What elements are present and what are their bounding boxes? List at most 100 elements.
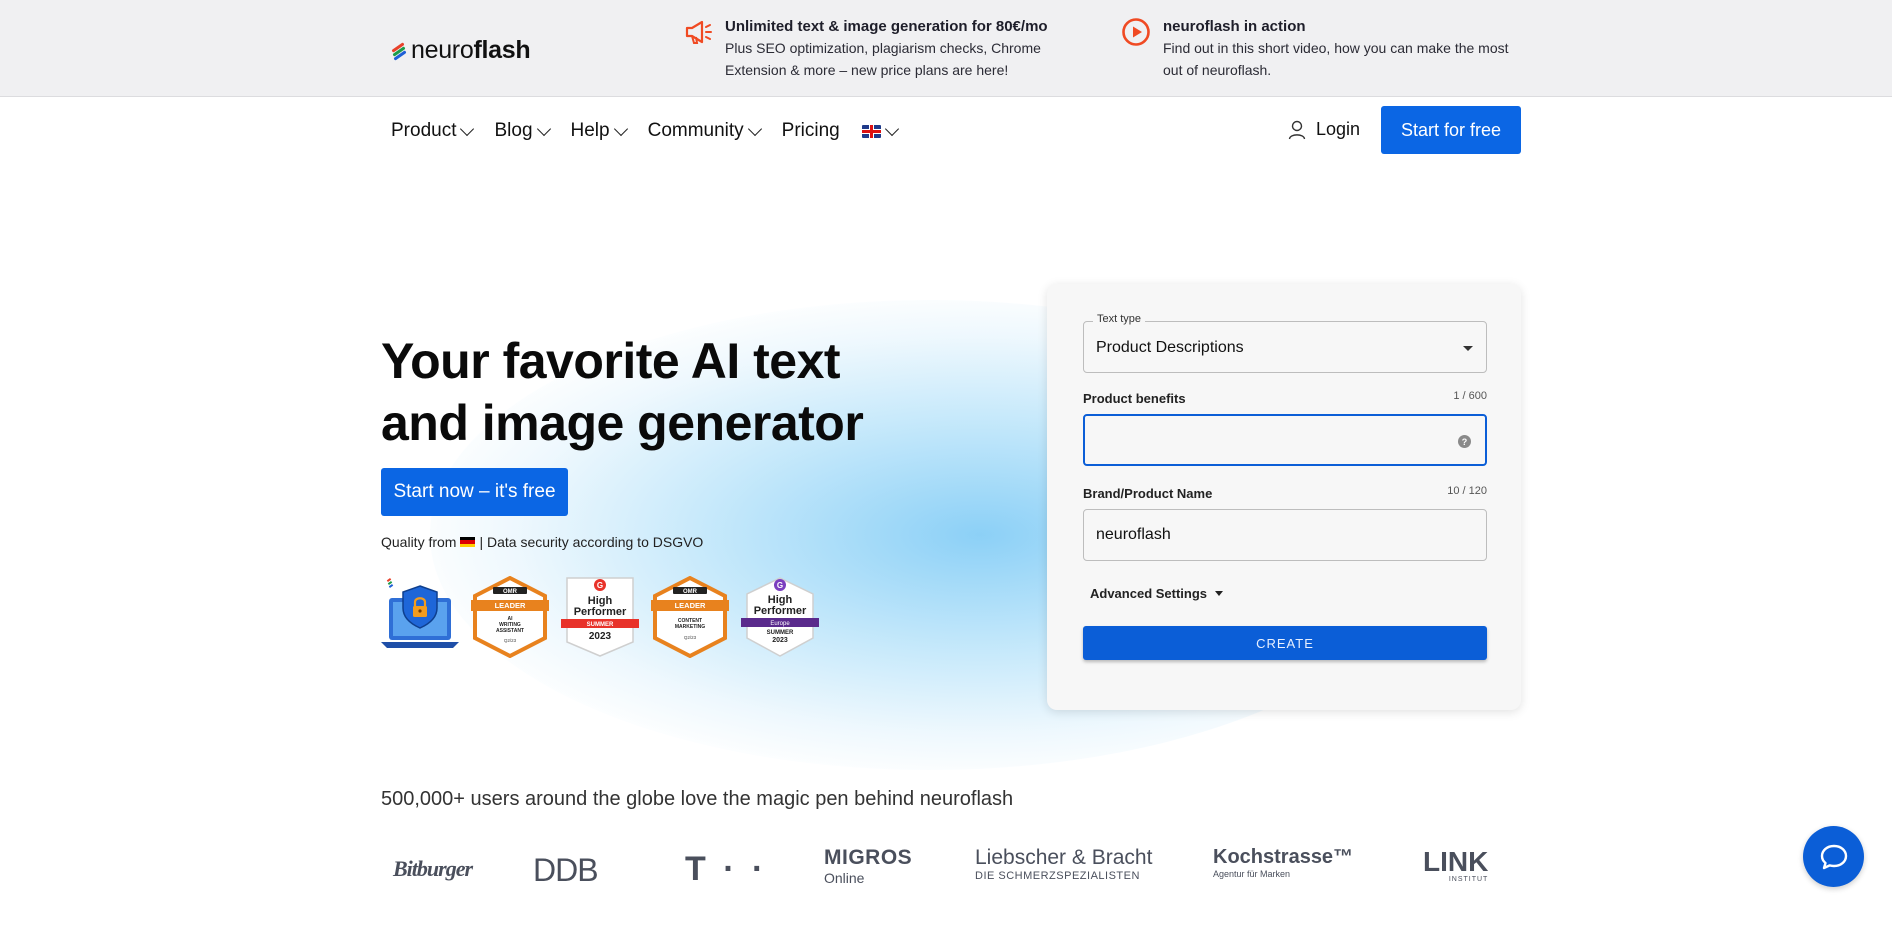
kochstrasse-logo: Kochstrasse™ Agentur für Marken	[1213, 846, 1353, 879]
text-type-label: Text type	[1093, 313, 1146, 325]
migros-name: MIGROS	[824, 846, 913, 869]
svg-text:G: G	[597, 581, 603, 590]
advanced-settings-toggle[interactable]: Advanced Settings	[1090, 586, 1224, 601]
nav-pricing-label: Pricing	[781, 120, 840, 141]
ddb-name: DDB	[533, 852, 599, 888]
language-selector[interactable]	[861, 121, 899, 138]
dropdown-caret-icon	[1463, 346, 1473, 351]
generator-card: Text type Product Descriptions Product b…	[1047, 284, 1521, 710]
create-button[interactable]: CREATE	[1083, 626, 1487, 660]
announcement-bar: neuroflash Unlimited text & image genera…	[0, 0, 1892, 97]
login-link[interactable]: Login	[1288, 119, 1360, 140]
main-nav: Product Blog Help Community Pricing	[391, 117, 919, 145]
chevron-down-icon	[536, 121, 551, 136]
nav-product[interactable]: Product	[391, 120, 475, 142]
product-benefits-counter: 1 / 600	[1453, 390, 1487, 402]
hero-title-line1: Your favorite AI text	[381, 333, 841, 389]
migros-logo: MIGROS Online	[824, 846, 912, 886]
chat-bubble-icon	[1820, 844, 1847, 869]
kochstrasse-sub: Agentur für Marken	[1213, 869, 1291, 879]
link-institut-name: LINK	[1423, 846, 1489, 877]
promo-video-description: Find out in this short video, how you ca…	[1163, 40, 1509, 78]
brand-name-counter: 10 / 120	[1447, 485, 1487, 497]
start-for-free-button[interactable]: Start for free	[1381, 106, 1521, 154]
badge-summer: SUMMER	[767, 630, 794, 636]
link-institut-sub: INSTITUT	[1448, 876, 1489, 883]
telekom-logo: T · ·	[685, 850, 767, 889]
help-icon[interactable]: ?	[1458, 435, 1471, 448]
chat-launcher-button[interactable]	[1803, 826, 1864, 887]
badge-date: Q2/23	[684, 635, 697, 640]
badge-europe: Europe	[770, 621, 790, 627]
ddb-logo: DDB	[533, 852, 599, 889]
telekom-name: T · ·	[685, 850, 768, 888]
advanced-settings-label: Advanced Settings	[1090, 586, 1208, 601]
product-benefits-input[interactable]: ?	[1083, 414, 1487, 466]
client-logos: Bitburger DDB T · · MIGROS Online Liebsc…	[381, 846, 1521, 900]
svg-text:G: G	[777, 581, 783, 590]
play-circle-icon	[1122, 18, 1150, 46]
g2-high-performer-europe-badge: G High Performer Europe SUMMER 2023	[741, 577, 819, 657]
promo-pricing[interactable]: Unlimited text & image generation for 80…	[683, 17, 1075, 81]
liebscher-bracht-logo: Liebscher & Bracht DIE SCHMERZSPEZIALIST…	[975, 846, 1152, 882]
badge-year: 2023	[589, 631, 612, 642]
badge-performer: Performer	[754, 605, 807, 617]
text-type-select[interactable]: Text type Product Descriptions	[1083, 313, 1487, 373]
chevron-down-icon	[613, 121, 628, 136]
promo-pricing-title: Unlimited text & image generation for 80…	[725, 18, 1048, 35]
nav-help-label: Help	[570, 120, 610, 141]
badge-leader-text: LEADER	[495, 601, 526, 610]
omr-leader-badge: OMR LEADER CONTENT MARKETING Q2/23	[651, 576, 729, 658]
chevron-down-icon	[884, 121, 899, 136]
badge-line2: MARKETING	[675, 624, 705, 630]
award-badges: OMR LEADER AI WRITING ASSISTANT Q2/23 G …	[381, 576, 819, 658]
nav-product-label: Product	[391, 120, 457, 141]
badge-leader-text: LEADER	[675, 601, 706, 610]
nav-blog-label: Blog	[494, 120, 533, 141]
nav-pricing[interactable]: Pricing	[782, 120, 840, 142]
login-label: Login	[1316, 119, 1361, 139]
kochstrasse-name: Kochstrasse™	[1213, 846, 1354, 868]
badge-line3: ASSISTANT	[496, 628, 524, 634]
liebscher-bracht-sub: DIE SCHMERZSPEZIALISTEN	[975, 870, 1140, 882]
badge-year: 2023	[772, 637, 788, 644]
promo-pricing-description: Plus SEO optimization, plagiarism checks…	[725, 40, 1041, 78]
brand-name-input[interactable]: neuroflash	[1083, 509, 1487, 561]
logo-mark-icon	[391, 41, 407, 61]
link-institut-logo: LINK INSTITUT	[1423, 846, 1489, 884]
migros-sub: Online	[824, 870, 865, 886]
badge-date: Q2/23	[504, 638, 517, 643]
g2-high-performer-badge: G High Performer SUMMER 2023	[561, 577, 639, 657]
nav-help[interactable]: Help	[570, 120, 628, 142]
user-icon	[1288, 120, 1306, 139]
nav-blog[interactable]: Blog	[494, 120, 551, 142]
brand-name-label: Brand/Product Name	[1083, 486, 1213, 501]
bitburger-logo: Bitburger	[393, 856, 473, 882]
badge-performer: Performer	[574, 606, 627, 618]
megaphone-icon	[685, 20, 712, 44]
nav-community[interactable]: Community	[647, 120, 762, 142]
neuroflash-logo[interactable]: neuroflash	[391, 36, 531, 65]
promo-video-title: neuroflash in action	[1163, 18, 1306, 35]
quality-suffix: | Data security according to DSGVO	[479, 534, 704, 550]
brand-name-value: neuroflash	[1096, 526, 1171, 543]
quality-note: Quality from | Data security according t…	[381, 534, 703, 550]
hero-title-line2: and image generator	[381, 395, 864, 451]
bitburger-name: Bitburger	[393, 856, 473, 881]
badge-omr-top: OMR	[503, 589, 518, 595]
badge-summer: SUMMER	[587, 622, 614, 628]
product-benefits-label: Product benefits	[1083, 391, 1186, 406]
liebscher-bracht-name: Liebscher & Bracht	[975, 846, 1153, 869]
data-security-laptop-icon	[381, 578, 459, 648]
badge-omr-top: OMR	[683, 589, 698, 595]
hero-title: Your favorite AI text and image generato…	[381, 330, 864, 454]
start-now-button[interactable]: Start now – it's free	[381, 468, 568, 516]
omr-leader-badge: OMR LEADER AI WRITING ASSISTANT Q2/23	[471, 576, 549, 658]
germany-flag-icon	[460, 537, 476, 547]
promo-video[interactable]: neuroflash in action Find out in this sh…	[1121, 17, 1513, 81]
caret-down-icon	[1215, 591, 1224, 596]
chevron-down-icon	[460, 121, 475, 136]
quality-prefix: Quality from	[381, 534, 457, 550]
uk-flag-icon	[861, 124, 881, 138]
nav-community-label: Community	[647, 120, 744, 141]
